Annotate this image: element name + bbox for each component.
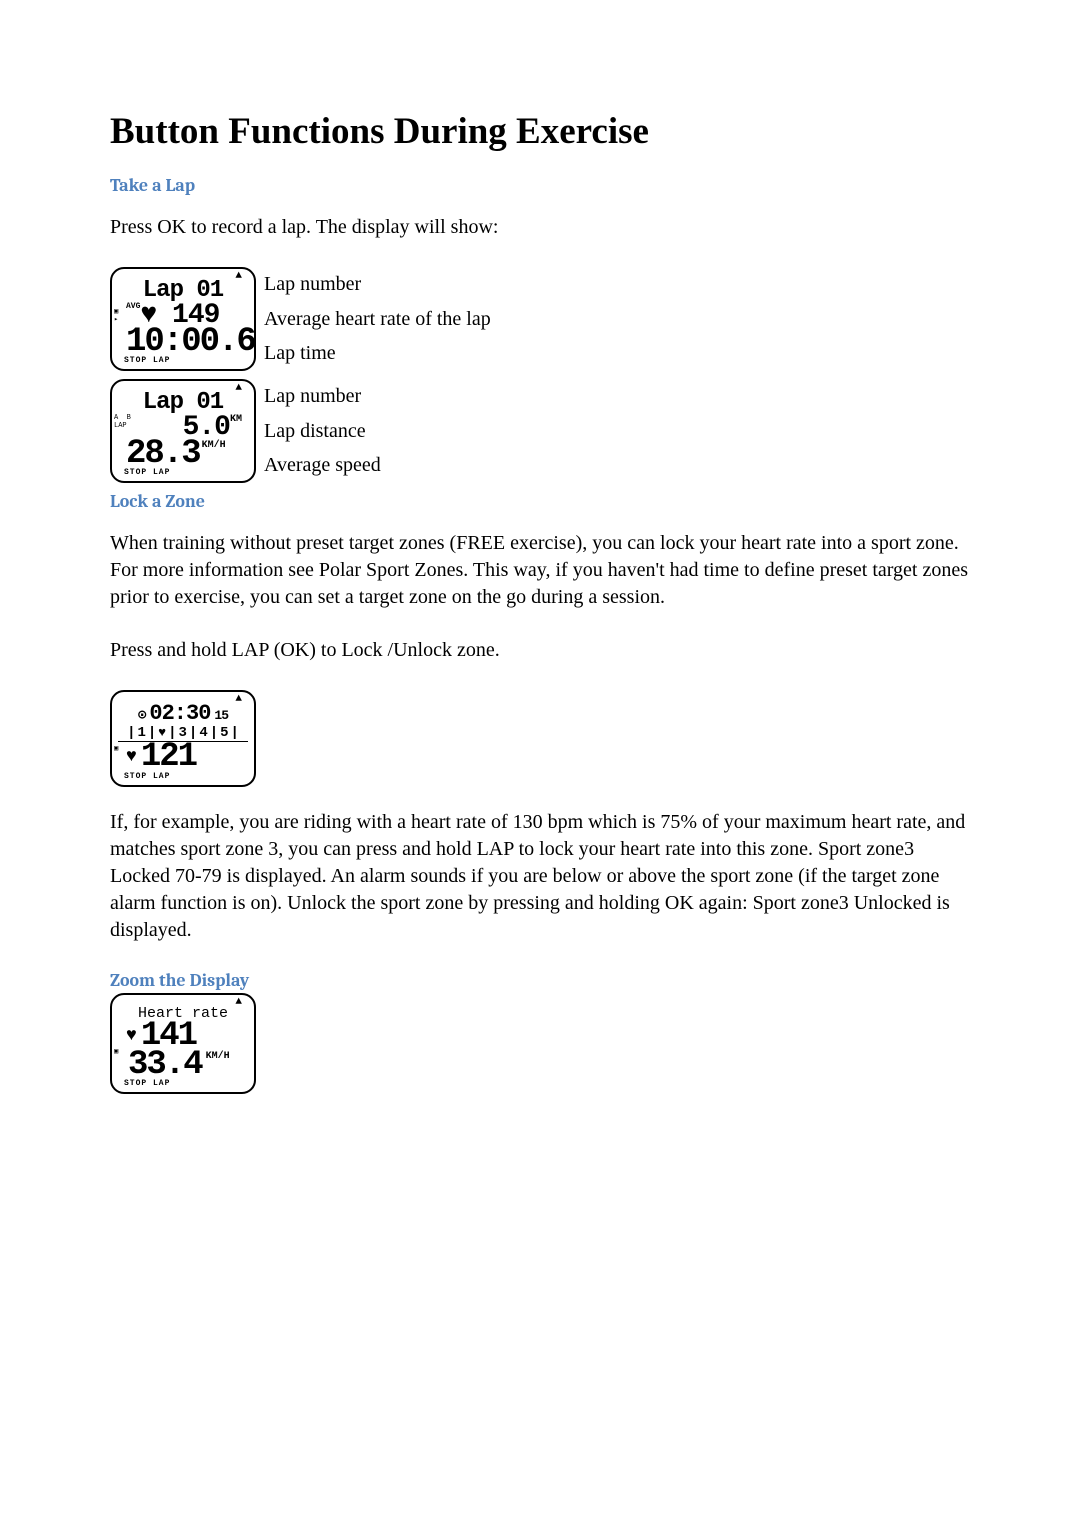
side-icons: A B LAP [114, 415, 131, 430]
side-icons: ▣ [114, 746, 118, 754]
section-heading-lock-zone: Lock a Zone [110, 491, 970, 512]
label-avg-hr: Average heart rate of the lap [264, 308, 491, 331]
take-lap-intro: Press OK to record a lap. The display wi… [110, 214, 970, 241]
label-lap-time: Lap time [264, 342, 491, 365]
side-icons: ▣▸ [114, 309, 118, 324]
heart-icon: ♥ [126, 1028, 137, 1044]
lap2-big: 28.3KM/H [126, 440, 248, 469]
heart-icon: ♥ [126, 749, 137, 765]
lock-zone-p2: Press and hold LAP (OK) to Lock /Unlock … [110, 637, 970, 664]
stopwatch-icon: ⊙ [138, 709, 145, 723]
device-screen-lap-1: ▲ Lap 01 AVG♥ 149 10:00.6 STOP LAP ▣▸ [110, 267, 256, 371]
lap1-foot: STOP LAP [124, 357, 248, 365]
label-lap-distance: Lap distance [264, 420, 381, 443]
section-heading-take-lap: Take a Lap [110, 175, 970, 196]
device-screen-zoom: ▲ Heart rate ♥ 141 33.4 KM/H STOP LAP ▣ [110, 993, 256, 1094]
zone-foot: STOP LAP [124, 773, 248, 781]
side-icons: ▣ [114, 1049, 118, 1057]
zoom-foot: STOP LAP [124, 1080, 248, 1088]
lock-zone-p3: If, for example, you are riding with a h… [110, 809, 970, 944]
lap-screen-2-row: ▲ Lap 01 5.0KM 28.3KM/H STOP LAP A B LAP… [110, 379, 970, 483]
lap1-labels: Lap number Average heart rate of the lap… [256, 267, 491, 371]
zone-hr: ♥ 121 [126, 742, 248, 773]
label-avg-speed: Average speed [264, 454, 381, 477]
label-lap-number: Lap number [264, 273, 491, 296]
page-title: Button Functions During Exercise [110, 110, 970, 153]
lap2-foot: STOP LAP [124, 469, 248, 477]
lock-zone-p1: When training without preset target zone… [110, 530, 970, 611]
lap-screen-1-row: ▲ Lap 01 AVG♥ 149 10:00.6 STOP LAP ▣▸ La… [110, 267, 970, 371]
lap2-labels: Lap number Lap distance Average speed [256, 379, 381, 483]
zoom-speed: 33.4 KM/H [128, 1051, 248, 1080]
device-screen-lap-2: ▲ Lap 01 5.0KM 28.3KM/H STOP LAP A B LAP [110, 379, 256, 483]
label-lap-number-2: Lap number [264, 385, 381, 408]
avg-label: AVG [126, 303, 140, 311]
lap1-big: 10:00.6 [126, 328, 248, 357]
section-heading-zoom: Zoom the Display [110, 970, 970, 991]
device-screen-zone: ▲ ⊙ 02:30 15 |1|♥|3|4|5| ♥ 121 STOP LAP … [110, 690, 256, 787]
zone-time: ⊙ 02:30 15 [118, 703, 248, 725]
